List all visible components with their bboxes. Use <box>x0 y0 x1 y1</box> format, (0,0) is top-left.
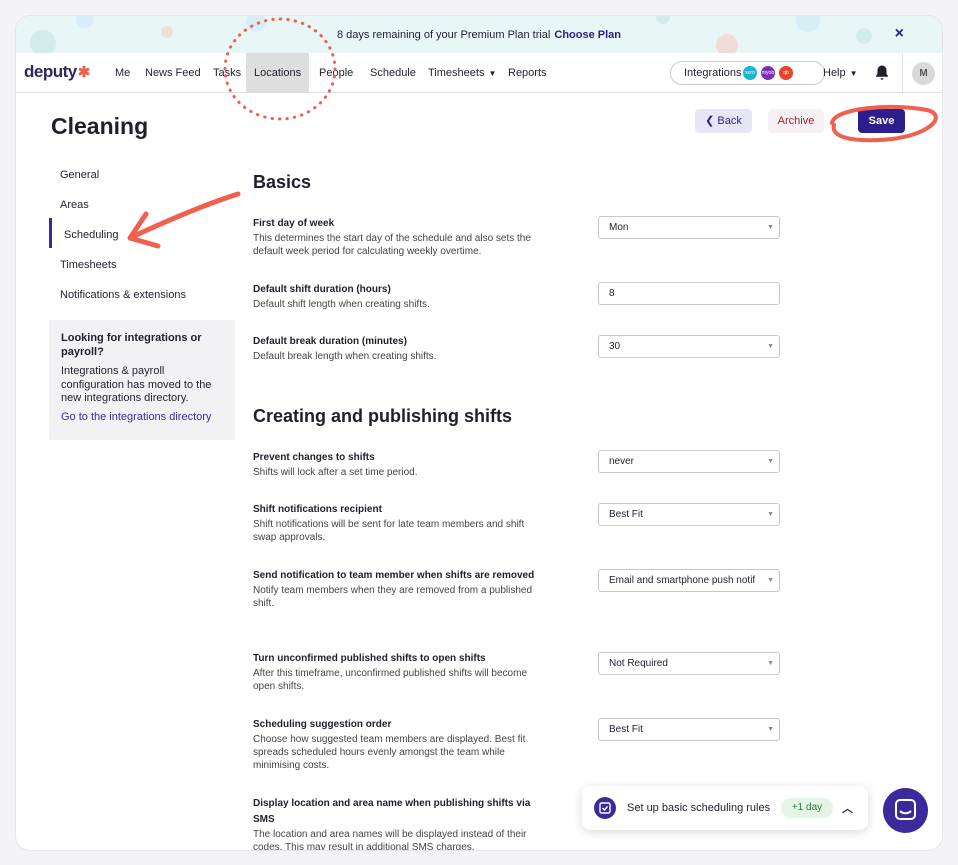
break-duration-select[interactable]: 30 ▼ <box>598 335 780 358</box>
help-menu[interactable]: Help ▼ <box>823 53 858 94</box>
deputy-logo[interactable]: deputy✱ <box>24 62 90 82</box>
chat-launcher-button[interactable] <box>883 788 928 833</box>
quickbooks-icon: qb <box>779 66 793 80</box>
dropdown-arrow-icon: ▼ <box>767 458 774 465</box>
bell-icon[interactable] <box>873 64 891 82</box>
chevron-up-icon[interactable]: ︿ <box>842 800 853 816</box>
calendar-check-icon <box>594 797 616 819</box>
nav-reports[interactable]: Reports <box>508 53 547 93</box>
nav-schedule[interactable]: Schedule <box>370 53 416 93</box>
first-day-select[interactable]: Mon ▼ <box>598 216 780 239</box>
notification-recipient-select[interactable]: Best Fit ▼ <box>598 503 780 526</box>
dropdown-arrow-icon: ▼ <box>767 343 774 350</box>
section-publishing: Creating and publishing shifts <box>253 406 513 426</box>
integrations-directory-link[interactable]: Go to the integrations directory <box>61 411 223 425</box>
setting-prevent-changes: Prevent changes to shifts Shifts will lo… <box>253 452 418 478</box>
setting-suggestion-order: Scheduling suggestion order Choose how s… <box>253 719 526 771</box>
caret-down-icon: ▼ <box>488 69 497 78</box>
sidebar-item-scheduling[interactable]: Scheduling <box>64 229 118 241</box>
sidebar-item-notifications[interactable]: Notifications & extensions <box>60 289 186 301</box>
nav-me[interactable]: Me <box>115 53 130 93</box>
save-button[interactable]: Save <box>858 109 905 133</box>
choose-plan-link[interactable]: Choose Plan <box>554 29 621 41</box>
sidebar-item-general[interactable]: General <box>60 169 99 181</box>
integrations-info-box: Looking for integrations or payroll? Int… <box>49 320 235 440</box>
info-body: Integrations & payroll configuration has… <box>61 365 212 404</box>
shift-duration-input[interactable]: 8 <box>598 282 780 305</box>
onboarding-toast: Set up basic scheduling rules +1 day ︿ <box>582 786 868 830</box>
trial-banner: 8 days remaining of your Premium Plan tr… <box>16 16 942 53</box>
dropdown-arrow-icon: ▼ <box>767 660 774 667</box>
annotation-arrow <box>127 191 241 249</box>
setting-shift-duration: Default shift duration (hours) Default s… <box>253 284 430 310</box>
archive-button[interactable]: Archive <box>768 109 824 133</box>
nav-locations[interactable]: Locations <box>246 53 310 93</box>
integrations-button[interactable]: Integrations xero myob qb <box>670 61 825 85</box>
shift-removed-notification-select[interactable]: Email and smartphone push notif ▼ <box>598 569 780 592</box>
chat-icon <box>895 799 916 820</box>
chevron-left-icon: ❮ <box>705 115 718 127</box>
page-title: Cleaning <box>51 113 149 139</box>
toast-text[interactable]: Set up basic scheduling rules <box>627 802 770 814</box>
nav-tasks[interactable]: Tasks <box>213 53 241 93</box>
sidebar-item-areas[interactable]: Areas <box>60 199 89 211</box>
app-window: 8 days remaining of your Premium Plan tr… <box>16 16 942 850</box>
caret-down-icon: ▼ <box>849 69 858 78</box>
close-icon[interactable]: × <box>895 25 904 43</box>
avatar-container: M <box>902 53 942 93</box>
dropdown-arrow-icon: ▼ <box>767 511 774 518</box>
dropdown-arrow-icon: ▼ <box>767 577 774 584</box>
prevent-changes-select[interactable]: never ▼ <box>598 450 780 473</box>
dropdown-arrow-icon: ▼ <box>767 726 774 733</box>
nav-timesheets[interactable]: Timesheets ▼ <box>428 53 496 93</box>
sidebar-item-timesheets[interactable]: Timesheets <box>60 259 116 271</box>
xero-icon: xero <box>743 66 757 80</box>
setting-unconfirmed-shifts: Turn unconfirmed published shifts to ope… <box>253 653 528 692</box>
unconfirmed-shifts-select[interactable]: Not Required ▼ <box>598 652 780 675</box>
banner-message: 8 days remaining of your Premium Plan tr… <box>337 28 551 41</box>
setting-sms-location-name: Display location and area name when publ… <box>253 798 531 850</box>
toast-badge: +1 day <box>781 798 833 818</box>
sidebar-active-indicator <box>49 218 52 248</box>
myob-icon: myob <box>761 66 775 80</box>
avatar[interactable]: M <box>912 62 935 85</box>
setting-notification-recipient: Shift notifications recipient Shift noti… <box>253 504 525 543</box>
back-button[interactable]: ❮ Back <box>695 109 752 133</box>
section-basics: Basics <box>253 172 312 192</box>
nav-people[interactable]: People <box>319 53 353 93</box>
setting-shift-removed-notification: Send notification to team member when sh… <box>253 570 535 609</box>
info-heading: Looking for integrations or payroll? <box>61 332 202 358</box>
suggestion-order-select[interactable]: Best Fit ▼ <box>598 718 780 741</box>
asterisk-icon: ✱ <box>77 64 91 81</box>
top-nav: deputy✱ Me News Feed Tasks Locations Peo… <box>16 53 942 93</box>
setting-break-duration: Default break duration (minutes) Default… <box>253 336 437 362</box>
nav-news-feed[interactable]: News Feed <box>145 53 201 93</box>
dropdown-arrow-icon: ▼ <box>767 224 774 231</box>
setting-first-day: First day of week This determines the st… <box>253 218 531 257</box>
